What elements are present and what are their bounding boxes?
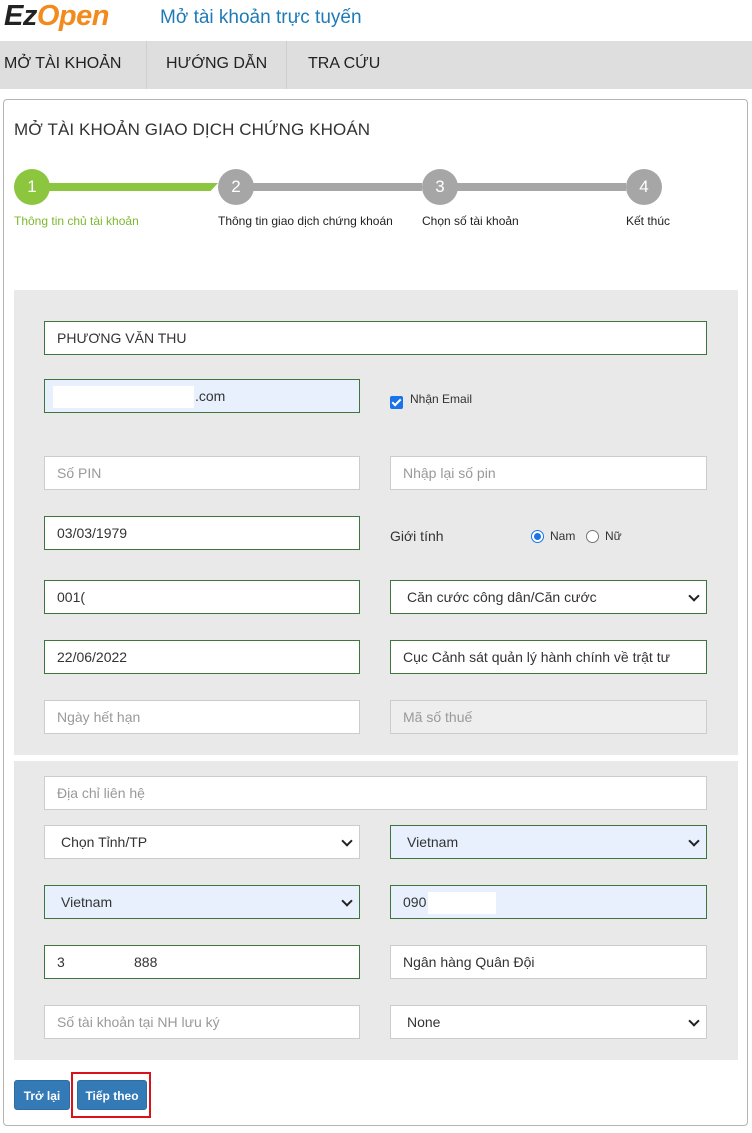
id-type-value: Căn cước công dân/Căn cước [407, 589, 597, 605]
bank-account-end-text: 888 [134, 954, 158, 970]
phone-prefix-text: 090 [403, 894, 427, 910]
email-suffix-text: .com [195, 388, 226, 404]
province-select[interactable]: Chọn Tỉnh/TP [44, 825, 360, 859]
step-2-label: Thông tin giao dịch chứng khoán [218, 214, 393, 228]
chevron-down-icon [341, 835, 353, 847]
registration-panel: MỞ TÀI KHOẢN GIAO DỊCH CHỨNG KHOÁN 1 2 3… [3, 99, 748, 1126]
nationality-select[interactable]: Vietnam [44, 885, 360, 919]
chevron-down-icon [688, 1015, 700, 1027]
province-value: Chọn Tỉnh/TP [61, 834, 148, 850]
step-3-label: Chọn số tài khoản [422, 214, 519, 228]
id-number-input[interactable]: 001( [44, 580, 360, 614]
tax-code-input[interactable]: Mã số thuế [390, 700, 707, 734]
receive-email-checkbox[interactable] [390, 396, 403, 409]
id-type-select[interactable]: Căn cước công dân/Căn cước [390, 580, 707, 614]
main-navbar: MỞ TÀI KHOẢN HƯỚNG DẪN TRA CỨU [0, 41, 752, 89]
phone-redaction [428, 892, 496, 914]
header-tagline: Mở tài khoản trực tuyến [160, 7, 362, 28]
bank-account-input[interactable]: 3 888 [44, 945, 360, 979]
chevron-down-icon [341, 895, 353, 907]
nav-item-lookup[interactable]: TRA CỨU [304, 41, 414, 89]
issue-place-input[interactable]: Cục Cảnh sát quản lý hành chính về trật … [390, 640, 707, 674]
address-input[interactable]: Địa chỉ liên hệ [44, 776, 707, 810]
full-name-input[interactable]: PHƯƠNG VĂN THU [44, 321, 707, 355]
issue-date-input[interactable]: 22/06/2022 [44, 640, 360, 674]
logo-ez-text: Ez [4, 0, 37, 32]
step-4-label: Kết thúc [626, 214, 671, 228]
page-title: MỞ TÀI KHOẢN GIAO DỊCH CHỨNG KHOÁN [14, 120, 371, 139]
step-1-label: Thông tin chủ tài khoản [14, 214, 139, 228]
step-progress-line-3 [440, 183, 626, 191]
pin-input[interactable]: Số PIN [44, 456, 360, 490]
logo-open-text: Open [36, 0, 110, 32]
ezopen-logo[interactable]: EzOpen [4, 0, 109, 34]
step-2-circle: 2 [218, 169, 254, 205]
custody-bank-select[interactable]: None [390, 1005, 707, 1039]
next-button-highlight [71, 1072, 151, 1118]
step-progress-line-1 [32, 183, 218, 191]
phone-input[interactable]: 090 [390, 885, 707, 919]
gender-male-radio[interactable] [531, 530, 544, 543]
gender-female-label: Nữ [605, 529, 622, 543]
bank-account-start-text: 3 [57, 954, 65, 970]
birth-date-input[interactable]: 03/03/1979 [44, 516, 360, 550]
email-redaction [53, 386, 194, 408]
gender-female-radio[interactable] [586, 530, 599, 543]
personal-info-section: PHƯƠNG VĂN THU .com Nhận Email Số PIN Nh… [14, 290, 738, 755]
pin-confirm-input[interactable]: Nhập lại số pin [390, 456, 707, 490]
expiry-date-input[interactable]: Ngày hết hạn [44, 700, 360, 734]
chevron-down-icon [688, 835, 700, 847]
app-header: EzOpen Mở tài khoản trực tuyến [0, 0, 752, 41]
gender-label: Giới tính [390, 528, 444, 544]
country-value: Vietnam [407, 834, 459, 850]
step-3-circle: 3 [422, 169, 458, 205]
nav-item-open-account[interactable]: MỞ TÀI KHOẢN [0, 41, 146, 89]
custody-bank-value: None [407, 1014, 441, 1030]
receive-email-label: Nhận Email [410, 392, 473, 406]
chevron-down-icon [688, 590, 700, 602]
email-input[interactable]: .com [44, 379, 360, 413]
step-progress-line-2 [236, 183, 422, 191]
custody-account-input[interactable]: Số tài khoản tại NH lưu ký [44, 1005, 360, 1039]
back-button[interactable]: Trở lại [14, 1080, 70, 1110]
nav-separator [286, 41, 287, 89]
nav-item-guide[interactable]: HƯỚNG DẪN [162, 41, 286, 89]
bank-name-input[interactable]: Ngân hàng Quân Đội [390, 945, 707, 979]
step-4-circle: 4 [626, 169, 662, 205]
nationality-value: Vietnam [61, 894, 113, 910]
country-select[interactable]: Vietnam [390, 825, 707, 859]
contact-info-section: Địa chỉ liên hệ Chọn Tỉnh/TP Vietnam Vie… [14, 761, 738, 1060]
step-1-circle: 1 [14, 169, 50, 205]
nav-separator [146, 41, 147, 89]
gender-male-label: Nam [550, 529, 576, 543]
